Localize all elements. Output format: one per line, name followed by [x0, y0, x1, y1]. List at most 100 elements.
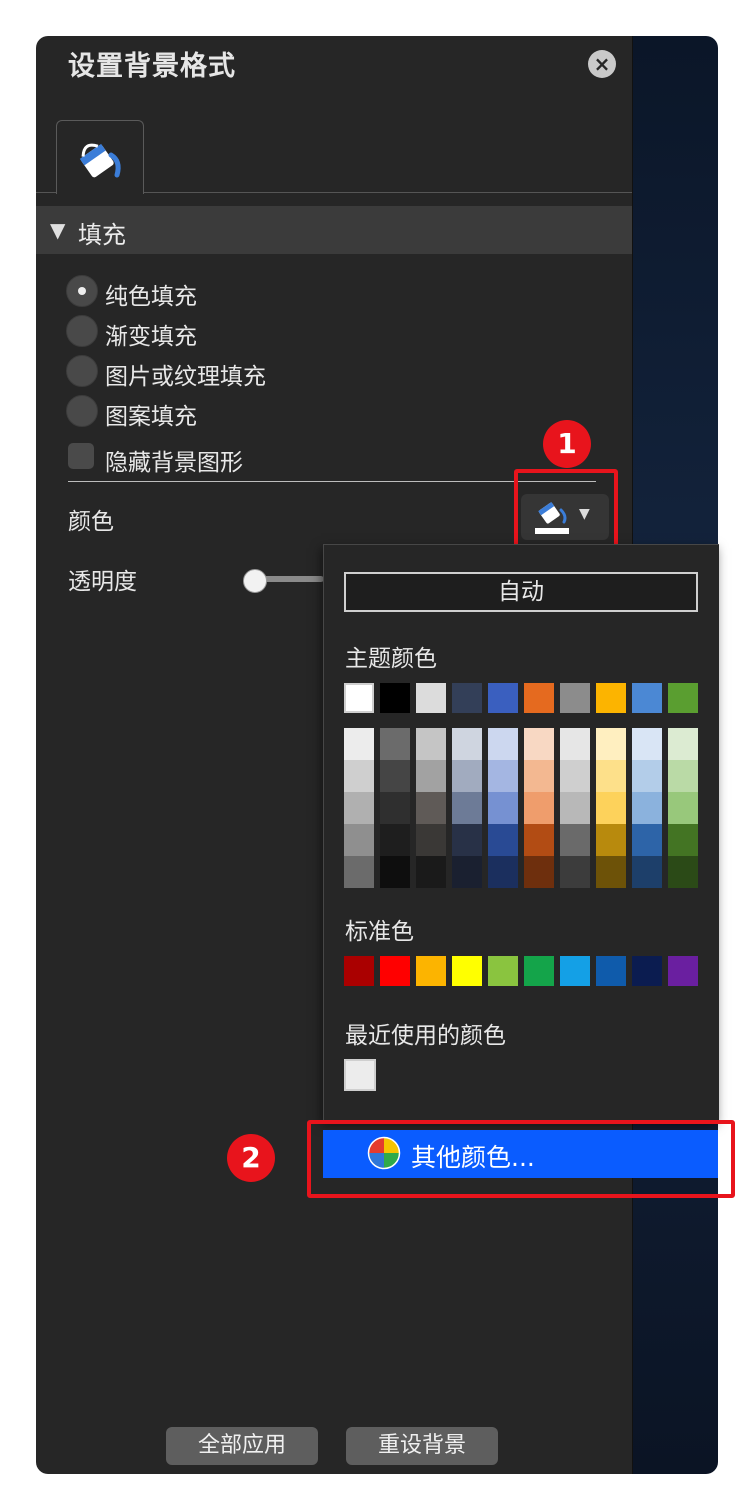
theme-color-swatch[interactable] [668, 683, 698, 713]
paint-bucket-icon [79, 143, 121, 178]
theme-color-swatch[interactable] [596, 683, 626, 713]
theme-shade-swatch[interactable] [596, 728, 626, 760]
standard-color-swatch[interactable] [632, 956, 662, 986]
theme-color-swatch[interactable] [632, 683, 662, 713]
theme-color-swatch[interactable] [344, 683, 374, 713]
standard-color-swatch[interactable] [344, 956, 374, 986]
highlight-box-2 [307, 1120, 735, 1198]
standard-color-swatch[interactable] [452, 956, 482, 986]
theme-shade-swatch[interactable] [668, 856, 698, 888]
radio-pattern-fill-label: 图案填充 [105, 404, 197, 430]
theme-shade-swatch[interactable] [632, 760, 662, 792]
theme-shade-swatch[interactable] [416, 760, 446, 792]
standard-color-swatch[interactable] [524, 956, 554, 986]
radio-gradient-fill-label: 渐变填充 [105, 324, 197, 350]
close-button[interactable]: × [588, 50, 616, 78]
radio-pattern-fill[interactable] [66, 395, 98, 427]
theme-shade-swatch[interactable] [344, 824, 374, 856]
panel-title: 设置背景格式 [68, 51, 236, 82]
theme-shade-swatch[interactable] [344, 856, 374, 888]
theme-color-swatch[interactable] [416, 683, 446, 713]
transparency-label: 透明度 [68, 569, 137, 595]
theme-shade-swatch[interactable] [524, 728, 554, 760]
color-label: 颜色 [68, 509, 114, 535]
theme-shade-swatch[interactable] [452, 824, 482, 856]
standard-color-swatch[interactable] [596, 956, 626, 986]
step-badge-2: 2 [227, 1134, 275, 1182]
radio-picture-texture-fill-label: 图片或纹理填充 [105, 364, 266, 390]
disclosure-triangle-icon: ▼ [50, 218, 66, 242]
theme-shade-swatch[interactable] [524, 760, 554, 792]
recent-colors-label: 最近使用的颜色 [345, 1023, 506, 1049]
automatic-color-button[interactable]: 自动 [344, 572, 698, 612]
theme-color-swatch[interactable] [452, 683, 482, 713]
radio-gradient-fill[interactable] [66, 315, 98, 347]
radio-solid-fill[interactable] [66, 275, 98, 307]
theme-shade-swatch[interactable] [668, 824, 698, 856]
theme-shade-swatch[interactable] [596, 824, 626, 856]
theme-shade-swatch[interactable] [596, 856, 626, 888]
theme-color-swatch[interactable] [380, 683, 410, 713]
theme-shade-swatch[interactable] [488, 728, 518, 760]
theme-shade-swatch[interactable] [416, 856, 446, 888]
standard-color-swatch[interactable] [488, 956, 518, 986]
standard-color-swatch[interactable] [668, 956, 698, 986]
theme-shade-swatch[interactable] [668, 728, 698, 760]
theme-shade-swatch[interactable] [560, 728, 590, 760]
theme-shade-swatch[interactable] [452, 760, 482, 792]
theme-shade-swatch[interactable] [344, 792, 374, 824]
theme-shade-swatch[interactable] [632, 824, 662, 856]
theme-shade-swatch[interactable] [452, 856, 482, 888]
theme-shade-swatch[interactable] [488, 824, 518, 856]
standard-color-swatch[interactable] [380, 956, 410, 986]
theme-shade-swatch[interactable] [452, 728, 482, 760]
recent-color-swatch[interactable] [344, 1059, 376, 1091]
theme-shade-swatch[interactable] [488, 792, 518, 824]
theme-color-swatch[interactable] [560, 683, 590, 713]
theme-shade-swatch[interactable] [632, 856, 662, 888]
tab-fill[interactable] [56, 120, 144, 194]
theme-shade-swatch[interactable] [452, 792, 482, 824]
theme-shade-swatch[interactable] [524, 824, 554, 856]
theme-color-swatch[interactable] [488, 683, 518, 713]
theme-shade-swatch[interactable] [416, 824, 446, 856]
fill-section-label: 填充 [78, 221, 126, 249]
theme-colors-label: 主题颜色 [345, 646, 437, 672]
standard-color-swatch[interactable] [560, 956, 590, 986]
theme-shade-swatch[interactable] [380, 856, 410, 888]
theme-color-swatch[interactable] [524, 683, 554, 713]
theme-shade-swatch[interactable] [344, 760, 374, 792]
highlight-box-1 [514, 469, 618, 555]
theme-shade-swatch[interactable] [380, 824, 410, 856]
theme-shade-swatch[interactable] [488, 760, 518, 792]
theme-shade-swatch[interactable] [632, 792, 662, 824]
close-icon: × [593, 52, 611, 76]
apply-all-button[interactable]: 全部应用 [166, 1427, 318, 1465]
theme-shade-swatch[interactable] [668, 792, 698, 824]
transparency-slider-knob[interactable] [243, 569, 267, 593]
theme-shade-swatch[interactable] [416, 792, 446, 824]
standard-color-swatch[interactable] [416, 956, 446, 986]
theme-shade-swatch[interactable] [488, 856, 518, 888]
hide-background-checkbox[interactable] [68, 443, 94, 469]
theme-shade-swatch[interactable] [560, 856, 590, 888]
step-badge-1: 1 [543, 420, 591, 468]
theme-shade-swatch[interactable] [380, 792, 410, 824]
theme-shade-swatch[interactable] [524, 856, 554, 888]
radio-picture-texture-fill[interactable] [66, 355, 98, 387]
theme-shade-swatch[interactable] [560, 792, 590, 824]
theme-shade-swatch[interactable] [380, 728, 410, 760]
theme-shade-swatch[interactable] [560, 760, 590, 792]
theme-shade-swatch[interactable] [344, 728, 374, 760]
fill-section-header[interactable]: ▼ 填充 [36, 206, 632, 254]
theme-shade-swatch[interactable] [596, 792, 626, 824]
radio-solid-fill-label: 纯色填充 [105, 284, 197, 310]
theme-shade-swatch[interactable] [380, 760, 410, 792]
theme-shade-swatch[interactable] [596, 760, 626, 792]
theme-shade-swatch[interactable] [632, 728, 662, 760]
reset-background-button[interactable]: 重设背景 [346, 1427, 498, 1465]
theme-shade-swatch[interactable] [560, 824, 590, 856]
theme-shade-swatch[interactable] [668, 760, 698, 792]
theme-shade-swatch[interactable] [416, 728, 446, 760]
theme-shade-swatch[interactable] [524, 792, 554, 824]
